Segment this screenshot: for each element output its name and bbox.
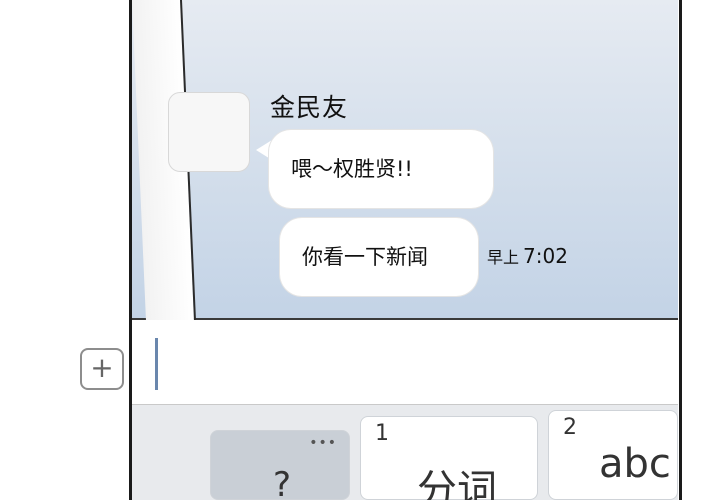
phone-frame-right — [678, 0, 720, 500]
key-2-abc[interactable]: 2 abc — [548, 410, 678, 500]
text-cursor — [155, 338, 158, 390]
symbol-key[interactable]: ••• ? — [210, 430, 350, 500]
message-timestamp: 早上 7:02 — [487, 244, 568, 268]
key-1-fenci[interactable]: 1 分词 — [360, 416, 538, 500]
sender-avatar[interactable] — [168, 92, 250, 172]
chat-area: 金民友 喂～权胜贤!! 你看一下新闻 早上 7:02 — [132, 0, 678, 500]
message-input-bar[interactable] — [132, 320, 678, 404]
time-value: 7:02 — [523, 244, 568, 268]
time-period: 早上 — [487, 248, 520, 267]
phone-frame-right-edge — [679, 0, 682, 500]
phone-screen: 金民友 喂～权胜贤!! 你看一下新闻 早上 7:02 ••• ? 1 分词 2 a… — [132, 0, 678, 500]
symbol-key-label: ? — [273, 465, 292, 500]
sender-name: 金民友 — [270, 93, 349, 122]
plus-icon[interactable]: + — [80, 348, 124, 390]
message-bubble[interactable]: 你看一下新闻 — [280, 218, 478, 296]
more-dots: ••• — [309, 435, 337, 451]
phone-frame-left — [0, 0, 132, 500]
key-number: 2 — [563, 415, 577, 440]
message-bubble[interactable]: 喂～权胜贤!! — [269, 130, 493, 208]
key-label: abc — [599, 441, 671, 487]
key-number: 1 — [375, 421, 389, 446]
key-label: 分词 — [417, 467, 497, 500]
